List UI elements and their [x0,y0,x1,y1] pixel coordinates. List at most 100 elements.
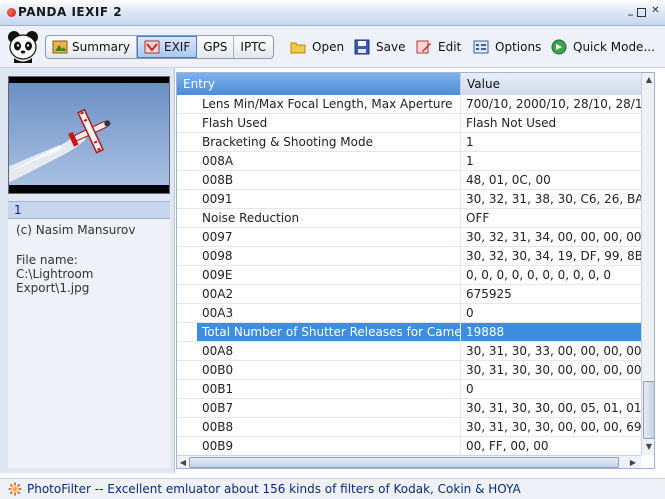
row-gutter [177,228,197,246]
column-header-entry[interactable]: Entry [177,73,461,95]
cell-value: 0 [466,382,474,396]
cell-value: 0, 0, 0, 0, 0, 0, 0, 0, 0, 0 [466,268,612,282]
table-body: Lens Min/Max Focal Length, Max Aperture 7… [177,95,641,455]
image-thumbnail[interactable] [8,76,170,194]
row-gutter [177,399,197,417]
status-bar: PhotoFilter -- Excellent emluator about … [0,478,665,499]
table-row[interactable]: 00B9 00, FF, 00, 00 [177,437,641,455]
cell-value: 30, 32, 31, 34, 00, 00, 00, 00, 00 [466,230,641,244]
quick-mode-label: Quick Mode... [573,40,655,54]
cell-value: 30, 31, 30, 30, 00, 00, 00, 00, 00 [466,363,641,377]
cell-value: 1 [466,154,474,168]
table-row[interactable]: 00A3 0 [177,304,641,323]
table-row[interactable]: 00A2 675925 [177,285,641,304]
quick-mode-button[interactable]: Quick Mode... [551,38,655,56]
table-row[interactable]: 008A 1 [177,152,641,171]
maximize-button[interactable] [637,8,646,17]
cell-entry: 00A2 [197,285,461,303]
cell-value: 30, 31, 30, 30, 00, 00, 00, 69, 25 [466,420,641,434]
filename-label: File name: [16,253,78,267]
table-row[interactable]: 00B7 30, 31, 30, 30, 00, 05, 01, 01, 01 [177,399,641,418]
table-row[interactable]: Noise Reduction OFF [177,209,641,228]
options-button[interactable]: Options [473,38,541,56]
horizontal-scrollbar[interactable]: ◀ ▶ [177,455,641,468]
table-row[interactable]: 008B 48, 01, 0C, 00 [177,171,641,190]
minimize-button[interactable]: _ [625,6,636,17]
cell-entry: Noise Reduction [197,209,461,227]
table-row[interactable]: Total Number of Shutter Releases for Cam… [177,323,641,342]
cell-value: 700/10, 2000/10, 28/10, 28/10 [466,97,641,111]
scroll-left-arrow-icon[interactable]: ◀ [177,457,189,468]
table-row[interactable]: 009E 0, 0, 0, 0, 0, 0, 0, 0, 0, 0 [177,266,641,285]
left-panel: 1 (c) Nasim Mansurov File name: C:\Light… [0,68,175,473]
status-promo-link[interactable]: PhotoFilter -- Excellent emluator about … [27,482,521,496]
table-row[interactable]: 00B0 30, 31, 30, 30, 00, 00, 00, 00, 00 [177,361,641,380]
cell-value: 48, 01, 0C, 00 [466,173,551,187]
row-gutter [177,247,197,265]
table-row[interactable]: 0098 30, 32, 30, 34, 19, DF, 99, 8B, 45 [177,247,641,266]
table-row[interactable]: 0097 30, 32, 31, 34, 00, 00, 00, 00, 00 [177,228,641,247]
window-title: PANDA IEXIF 2 [18,5,123,19]
scroll-right-arrow-icon[interactable]: ▶ [627,457,639,468]
tab-iptc-label: IPTC [240,40,267,54]
row-gutter [177,342,197,360]
save-label: Save [376,40,406,54]
cell-entry: 00B9 [197,437,461,455]
cell-entry: Bracketing & Shooting Mode [197,133,461,151]
open-button[interactable]: Open [290,38,344,56]
row-gutter [177,418,197,436]
table-row[interactable]: Flash Used Flash Not Used [177,114,641,133]
table-row[interactable]: 0091 30, 32, 31, 38, 30, C6, 26, BA, 24 [177,190,641,209]
vertical-scroll-thumb[interactable] [643,381,654,439]
row-gutter [177,152,197,170]
scroll-up-arrow-icon[interactable]: ▲ [643,74,654,86]
cell-value: 1 [466,135,474,149]
tab-summary[interactable]: Summary [46,36,137,58]
options-icon [473,40,489,54]
copyright-text: (c) Nasim Mansurov [16,223,136,237]
edit-button[interactable]: Edit [416,38,461,56]
tab-exif[interactable]: EXIF [137,36,198,58]
cell-entry: Lens Min/Max Focal Length, Max Aperture [197,95,461,113]
row-gutter [177,361,197,379]
cell-entry: Total Number of Shutter Releases for Cam… [197,323,461,341]
row-gutter [177,304,197,322]
cell-entry: 00B8 [197,418,461,436]
cell-value: 00, FF, 00, 00 [466,439,549,453]
table-row[interactable]: Lens Min/Max Focal Length, Max Aperture 7… [177,95,641,114]
cell-entry: 008A [197,152,461,170]
exif-icon [144,40,160,54]
scroll-down-arrow-icon[interactable]: ▼ [643,441,654,453]
tab-gps-label: GPS [203,40,228,54]
tab-iptc[interactable]: IPTC [234,36,272,58]
airplane-photo [9,77,169,193]
cell-entry: 00B7 [197,399,461,417]
cell-entry: 00B1 [197,380,461,398]
cell-entry: 009E [197,266,461,284]
tab-summary-label: Summary [72,40,130,54]
row-gutter [177,95,197,113]
image-index: 1 [8,201,170,219]
vertical-scrollbar[interactable]: ▲ ▼ [641,73,654,455]
options-label: Options [495,40,542,54]
table-row[interactable]: 00B1 0 [177,380,641,399]
row-gutter [177,380,197,398]
cell-value: 30, 31, 30, 30, 00, 05, 01, 01, 01 [466,401,641,415]
column-header-value[interactable]: Value [461,73,641,95]
save-button[interactable]: Save [354,38,405,56]
photofilter-icon [8,482,22,496]
cell-value: Flash Not Used [466,116,557,130]
horizontal-scroll-thumb[interactable] [189,457,619,468]
table-row[interactable]: 00B8 30, 31, 30, 30, 00, 00, 00, 69, 25 [177,418,641,437]
cell-value: 30, 32, 31, 38, 30, C6, 26, BA, 24 [466,192,641,206]
view-tabs: Summary EXIF GPS IPTC [45,35,274,59]
row-gutter [177,114,197,132]
close-button[interactable]: ✕ [650,6,661,17]
table-row[interactable]: Bracketing & Shooting Mode 1 [177,133,641,152]
cell-entry: 00A3 [197,304,461,322]
exif-table: Entry Value Lens Min/Max Focal Length, M… [176,72,655,469]
cell-value: 675925 [466,287,512,301]
table-header: Entry Value [177,73,641,95]
tab-gps[interactable]: GPS [197,36,235,58]
table-row[interactable]: 00A8 30, 31, 30, 33, 00, 00, 00, 00, 00 [177,342,641,361]
